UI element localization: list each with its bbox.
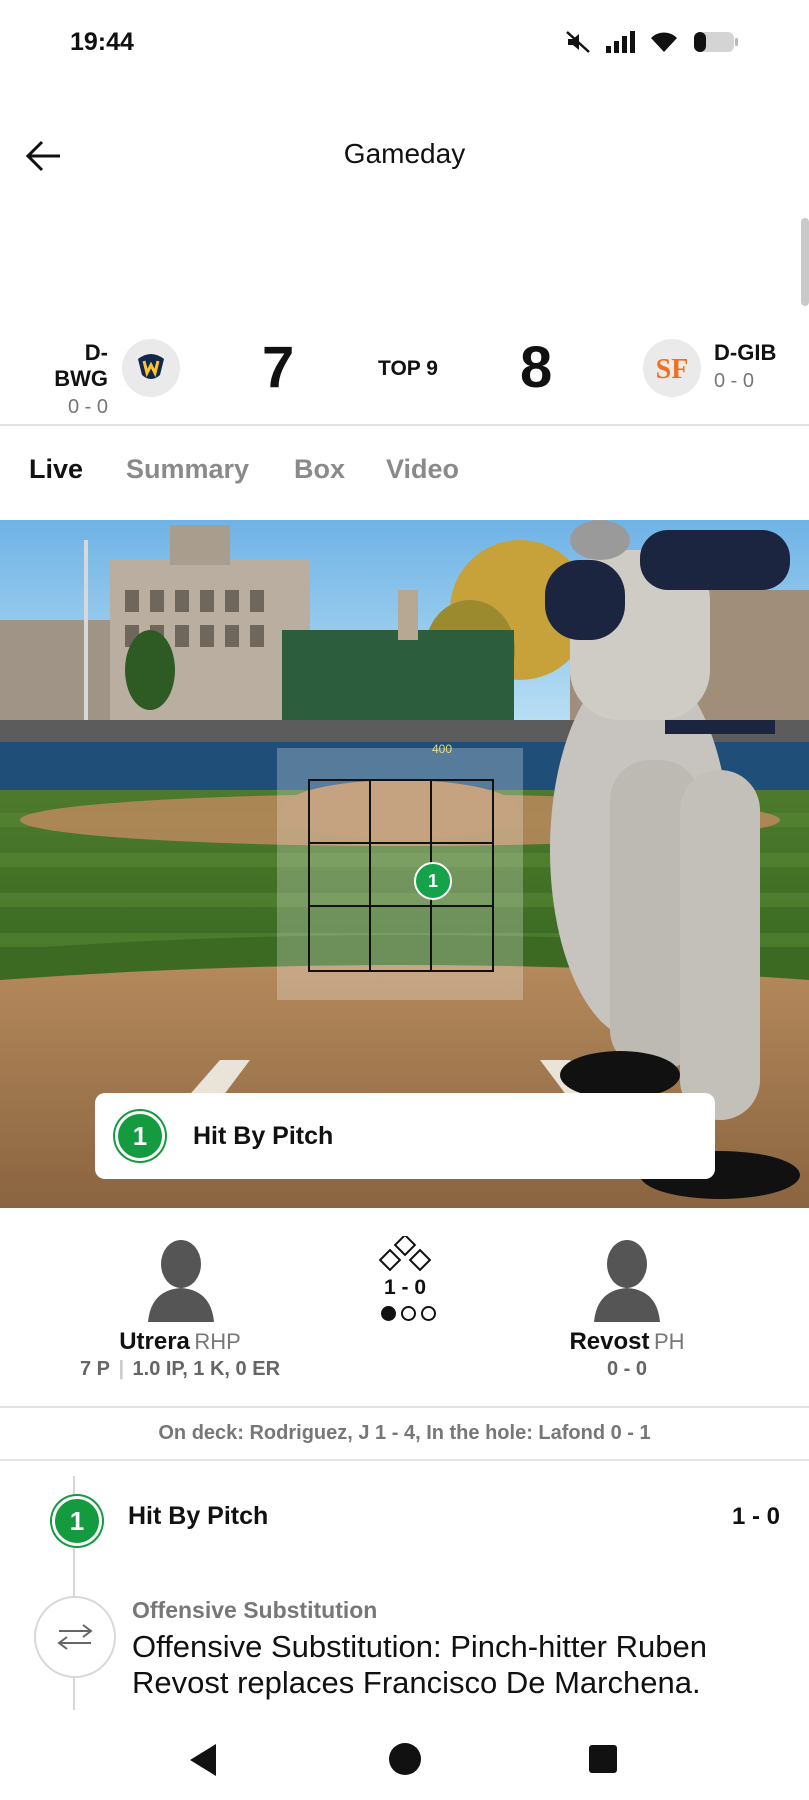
brewers-logo-icon [138,354,164,379]
battery-icon [694,32,738,52]
pitcher-pitch-count: 7 P [79,1358,110,1380]
divider [0,1406,809,1408]
pitcher-avatar[interactable] [146,1238,216,1327]
nav-recents-icon[interactable] [588,1744,618,1774]
home-team-info[interactable]: D-GIB 0 - 0 [714,340,776,393]
pitcher-name: Utrera [119,1328,190,1355]
pitcher-position: RHP [194,1329,241,1354]
swap-icon [57,1624,93,1650]
status-time: 19:44 [70,28,134,56]
away-team-info[interactable]: D-BWG 0 - 0 [36,340,108,419]
play-number-badge: 1 [52,1496,102,1546]
system-nav-bar [0,1720,809,1800]
strike-zone [308,779,494,972]
batter-avatar[interactable] [592,1238,662,1327]
out-dot-empty [421,1306,436,1321]
divider [0,424,809,426]
play-label: Offensive Substitution [132,1597,378,1623]
tab-summary[interactable]: Summary [126,454,249,485]
away-team-abbr: D-BWG [54,340,108,391]
giants-logo-icon: SF [656,354,689,385]
mute-icon [566,31,590,53]
current-event-card[interactable]: 1 Hit By Pitch [95,1093,715,1179]
play-count: 1 - 0 [731,1503,780,1530]
pitcher-name-line[interactable]: Utrera RHP [0,1328,360,1356]
substitution-badge [34,1596,116,1678]
batter-name: Revost [569,1328,650,1355]
event-card-text: Hit By Pitch [193,1121,334,1150]
home-score: 8 [520,335,553,400]
signal-icon [606,31,635,53]
player-silhouette-icon [594,1240,660,1322]
away-team-logo[interactable] [122,339,180,397]
out-dot-filled [381,1306,396,1321]
nav-back-icon[interactable] [186,1742,220,1778]
tab-video[interactable]: Video [386,454,459,485]
page-title: Gameday [343,138,466,169]
on-deck-text: On deck: Rodriguez, J 1 - 4, In the hole… [158,1422,651,1444]
pitch-location-marker[interactable]: 1 [414,862,452,900]
outs-indicator [381,1306,436,1321]
nav-home-icon[interactable] [388,1742,422,1776]
stat-separator: | [118,1358,125,1380]
batter-line: 0 - 0 [606,1358,648,1380]
bases-icon [378,1233,432,1272]
tab-live[interactable]: Live [29,454,83,485]
player-silhouette-icon [148,1240,214,1322]
event-number-badge: 1 [115,1111,165,1161]
inning-indicator: TOP 9 [378,357,438,380]
batter-position: PH [653,1329,685,1354]
scrollbar[interactable] [801,218,809,306]
home-team-record: 0 - 0 [714,370,755,392]
play-description: Offensive Substitution: Pinch-hitter Rub… [132,1629,707,1700]
out-dot-empty [401,1306,416,1321]
away-team-record: 0 - 0 [67,396,108,418]
bases-diamond [378,1233,432,1277]
status-icons [565,30,739,54]
home-team-logo[interactable]: SF [643,339,701,397]
tab-box[interactable]: Box [294,454,345,485]
svg-text:SF: SF [656,354,689,385]
pitcher-line: 1.0 IP, 1 K, 0 ER [132,1358,281,1380]
ball-strike-count: 1 - 0 [383,1276,427,1299]
wifi-icon [651,32,677,52]
play-title[interactable]: Hit By Pitch [128,1502,268,1531]
away-score: 7 [262,335,295,400]
batter-name-line[interactable]: Revost PH [447,1328,807,1356]
divider [0,1459,809,1461]
home-team-abbr: D-GIB [714,340,777,365]
pitcher-stats: 7 P | 1.0 IP, 1 K, 0 ER [0,1358,360,1381]
